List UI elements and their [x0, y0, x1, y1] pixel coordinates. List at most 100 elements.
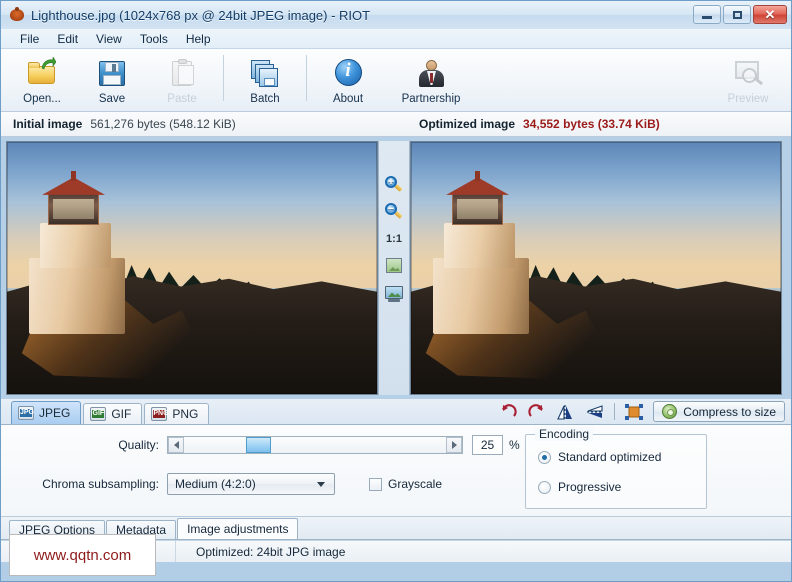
lighthouse-photo-original	[7, 142, 377, 394]
optimized-image-preview[interactable]	[410, 141, 782, 395]
encoding-group-title: Encoding	[535, 427, 594, 441]
radio-progressive[interactable]: Progressive	[538, 480, 621, 494]
radio-standard-optimized-button[interactable]	[538, 450, 551, 464]
menu-bar: File Edit View Tools Help	[1, 29, 791, 49]
grayscale-checkbox-box[interactable]	[369, 477, 382, 491]
main-toolbar: Open... Save Paste Batch i About Partner…	[1, 49, 791, 112]
window-controls: ✕	[693, 5, 787, 24]
grayscale-checkbox[interactable]: Grayscale	[369, 477, 442, 491]
partnership-button-label: Partnership	[401, 93, 461, 105]
status-optimized-text: Optimized: 24bit JPG image	[196, 544, 346, 559]
preview-area: + − 1:1	[1, 137, 791, 399]
tab-jpeg-label: JPEG	[39, 406, 71, 420]
partnership-button[interactable]: Partnership	[383, 53, 479, 109]
toolbar-separator-1	[223, 55, 224, 101]
open-button-label: Open...	[23, 93, 61, 105]
preview-zoom-toolbar: + − 1:1	[378, 141, 410, 395]
optimized-image-size: 34,552 bytes (33.74 KiB)	[523, 117, 660, 131]
quality-slider[interactable]	[167, 436, 463, 454]
open-folder-icon	[26, 57, 58, 89]
preview-button-label: Preview	[727, 93, 769, 105]
about-button[interactable]: i About	[313, 53, 383, 109]
quality-input[interactable]: 25	[472, 435, 503, 455]
optimized-image-info: Optimized image 34,552 bytes (33.74 KiB)	[401, 117, 791, 131]
save-button[interactable]: Save	[77, 53, 147, 109]
radio-progressive-button[interactable]	[538, 480, 551, 494]
paste-button: Paste	[147, 53, 217, 109]
save-button-label: Save	[98, 93, 126, 105]
encoding-group: Encoding Standard optimized Progressive	[525, 427, 707, 509]
flip-vertical-icon[interactable]	[585, 403, 605, 421]
radio-standard-optimized[interactable]: Standard optimized	[538, 450, 661, 464]
initial-image-label: Initial image	[13, 117, 83, 131]
zoom-actual-size-button[interactable]: 1:1	[384, 229, 404, 249]
radio-progressive-label: Progressive	[558, 480, 622, 494]
lighthouse-photo-optimized	[411, 142, 781, 394]
tab-png[interactable]: PNG PNG	[144, 403, 210, 424]
person-icon	[415, 57, 447, 89]
radio-standard-optimized-label: Standard optimized	[558, 450, 662, 464]
quality-slider-increment[interactable]	[446, 437, 462, 453]
format-tabs-bar: JPG JPEG GIF GIF PNG PNG Compress to siz…	[1, 399, 791, 425]
tab-png-label: PNG	[172, 407, 199, 421]
initial-image-info: Initial image 561,276 bytes (548.12 KiB)	[1, 117, 401, 131]
title-bar: Lighthouse.jpg (1024x768 px @ 24bit JPEG…	[1, 1, 791, 29]
chroma-subsampling-value: Medium (4:2:0)	[175, 477, 256, 491]
quality-unit-label: %	[509, 438, 520, 452]
batch-stack-icon	[249, 57, 281, 89]
initial-image-preview[interactable]	[6, 141, 378, 395]
compress-to-size-button[interactable]: Compress to size	[653, 401, 785, 422]
image-info-bar: Initial image 561,276 bytes (548.12 KiB)…	[1, 112, 791, 137]
png-file-icon: PNG	[151, 407, 169, 421]
tab-jpeg[interactable]: JPG JPEG	[11, 401, 82, 424]
menu-file[interactable]: File	[11, 30, 48, 48]
zoom-out-icon[interactable]: −	[384, 202, 404, 222]
fullscreen-preview-icon[interactable]	[384, 283, 404, 303]
chevron-down-icon	[317, 481, 325, 487]
tab-gif-label: GIF	[111, 407, 132, 421]
chroma-row: Chroma subsampling: Medium (4:2:0) Grays…	[34, 473, 442, 495]
quality-row: Quality: 25 %	[107, 435, 520, 455]
image-tools-group: Compress to size	[498, 401, 785, 422]
menu-view[interactable]: View	[87, 30, 131, 48]
riot-main-window: Lighthouse.jpg (1024x768 px @ 24bit JPEG…	[0, 0, 792, 582]
initial-image-size: 561,276 bytes (548.12 KiB)	[90, 117, 236, 131]
menu-tools[interactable]: Tools	[131, 30, 177, 48]
riot-app-icon	[9, 7, 25, 23]
grayscale-label: Grayscale	[388, 477, 443, 491]
rotate-left-icon[interactable]	[498, 403, 518, 421]
flip-horizontal-icon[interactable]	[556, 403, 576, 421]
open-button[interactable]: Open...	[7, 53, 77, 109]
floppy-disk-icon	[96, 57, 128, 89]
toolbar-separator-2	[306, 55, 307, 101]
fit-image-icon[interactable]	[384, 256, 404, 276]
menu-help[interactable]: Help	[177, 30, 220, 48]
gif-file-icon: GIF	[90, 407, 107, 421]
optimized-image-label: Optimized image	[419, 117, 516, 131]
compress-to-size-label: Compress to size	[683, 404, 776, 419]
window-title: Lighthouse.jpg (1024x768 px @ 24bit JPEG…	[31, 7, 371, 23]
chroma-subsampling-label: Chroma subsampling:	[42, 477, 159, 491]
menu-edit[interactable]: Edit	[48, 30, 87, 48]
preview-button: Preview	[713, 53, 783, 109]
maximize-button[interactable]	[723, 5, 751, 24]
tab-image-adjustments[interactable]: Image adjustments	[177, 518, 299, 539]
quality-slider-decrement[interactable]	[168, 437, 184, 453]
minimize-button[interactable]	[693, 5, 721, 24]
quality-slider-thumb[interactable]	[246, 437, 271, 453]
jpeg-options-panel: Quality: 25 % Chroma subsampling: Medium…	[1, 425, 791, 517]
close-button[interactable]: ✕	[753, 5, 787, 24]
paste-button-label: Paste	[167, 93, 197, 105]
close-icon: ✕	[764, 7, 776, 22]
info-circle-icon: i	[332, 57, 364, 89]
resize-image-icon[interactable]	[624, 403, 644, 421]
watermark-overlay: www.qqtn.com	[9, 534, 156, 576]
quality-label: Quality:	[118, 438, 159, 452]
green-arrow-icon	[41, 57, 56, 70]
tab-gif[interactable]: GIF GIF	[83, 403, 143, 424]
batch-button[interactable]: Batch	[230, 53, 300, 109]
chroma-subsampling-select[interactable]: Medium (4:2:0)	[167, 473, 335, 495]
clipboard-icon	[166, 57, 198, 89]
zoom-in-icon[interactable]: +	[384, 175, 404, 195]
rotate-right-icon[interactable]	[527, 403, 547, 421]
